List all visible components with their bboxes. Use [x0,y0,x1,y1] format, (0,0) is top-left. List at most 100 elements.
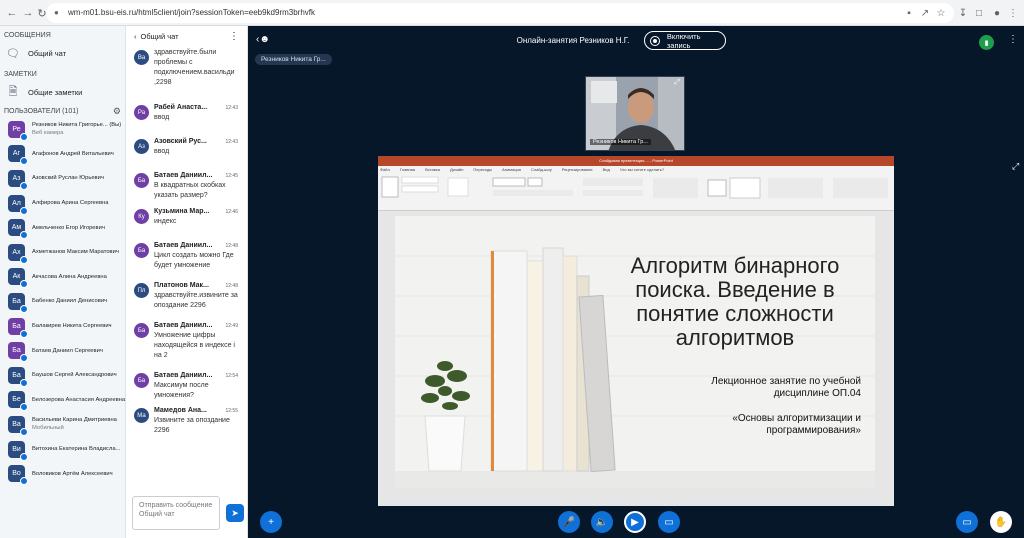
user-name: Акчасова Алина Андреевна [32,273,107,280]
user-device: Веб камера [32,130,64,137]
user-list-item[interactable]: Ал Алфирова Арина Сергеевна [0,191,125,216]
slide-subtitle: Лекционное занятие по учебной дисциплине… [711,376,861,399]
send-button[interactable]: ➤ [226,504,244,522]
chat-message: Пл Платонов Мак... 12:48 здравствуйте.извин… [126,281,248,321]
ppt-ribbon-tab: Файл [380,167,390,172]
message-time: 12:43 [225,139,238,145]
user-list-item[interactable]: Ба Балакирев Никита Сергеевич [0,314,125,339]
user-list-item[interactable]: Во Воловиков Артём Алексеевич [0,461,125,486]
avatar: Ал [8,194,28,215]
actions-button[interactable]: + [260,511,282,533]
download-icon[interactable]: ↧ [956,5,970,21]
user-list-item[interactable]: Ак Акчасова Алина Андреевна [0,265,125,290]
options-menu-icon[interactable]: ⋮ [1008,34,1018,45]
expand-icon[interactable]: ⤢ [1012,161,1019,172]
messages-section-title: СООБЩЕНИЯ [4,32,51,39]
talking-indicator: Резников Никита Гр... [255,54,332,65]
bookmark-star-icon[interactable]: ☆ [934,5,948,21]
status-icon [20,132,28,141]
avatar: Ку [134,209,149,224]
message-time: 12:55 [225,408,238,414]
chat-title: Общий чат [140,31,179,41]
shared-notes-item[interactable]: 🗎 Общие заметки [0,80,125,104]
message-text: здравствуйте.были проблемы с подключение… [154,49,235,86]
user-list-item[interactable]: Ва Васильеви Карина Дмитриевна Мобильный [0,412,125,437]
public-chat-item[interactable]: 🗨 Общий чат [0,41,125,65]
avatar: Ба [134,323,149,338]
user-sidebar: СООБЩЕНИЯ 🗨 Общий чат ЗАМЕТКИ 🗎 Общие за… [0,26,126,538]
url-text: wm-m01.bsu-eis.ru/html5client/join?sessi… [68,8,316,17]
user-list-item[interactable]: Ба Баушов Сергей Александрович [0,363,125,388]
screen-share-icon: ▭ [664,516,674,528]
user-list-item[interactable]: Ба Батаев Даниил Сергеевич [0,338,125,363]
record-button[interactable]: Включить запись [644,31,726,50]
webcam-video[interactable]: Резников Никита Гр... ⤢ [585,76,685,151]
user-list-item[interactable]: Ре Резников Никита Григорье... (Вы) Веб ка… [0,117,125,142]
user-list-item[interactable]: Ба Бабенко Даниил Денисович [0,289,125,314]
share-icon[interactable]: ↗ [918,5,932,21]
message-text: индекс [154,218,177,225]
user-name: Ахметжанов Максим Маратович [32,249,119,256]
avatar: Ак [8,268,28,289]
chat-message: Ба Батаев Даниил... 12:54 Максимум после ум… [126,371,248,406]
more-options-icon[interactable]: ⋮ [229,31,239,42]
message-sender: Мамедов Ана... [154,407,207,414]
user-list-item[interactable]: Аг Агафонов Андрей Витальевич [0,142,125,167]
camera-indicator-icon[interactable]: ▪ [902,5,916,21]
user-list-item[interactable]: Ви Витохина Екатерина Владисла... [0,437,125,462]
raise-hand-button[interactable]: ✋ [990,511,1012,533]
status-icon [20,354,28,363]
avatar: Ам [8,219,28,240]
avatar: Ба [8,292,28,313]
user-list-item[interactable]: Аз Азовский Руслан Юрьевич [0,166,125,191]
avatar: Аз [134,139,149,154]
presentation-icon: ▭ [962,516,972,528]
avatar: Ах [8,243,28,264]
meeting-title: Онлайн-занятия Резников Н.Г. [516,36,630,45]
camera-button[interactable]: ▶ [624,511,646,533]
microphone-button[interactable]: 🎤 [558,511,580,533]
back-icon[interactable]: ← [4,5,20,21]
status-icon [20,231,28,240]
user-list-item[interactable]: Ах Ахметжанов Максим Маратович [0,240,125,265]
chat-header: ‹ Общий чат ⋮ [126,26,247,46]
avatar-initials: Аз [12,174,21,182]
message-time: 12:45 [225,173,238,179]
ribbon-controls [381,176,888,199]
user-list-item[interactable]: Ам Амельченко Егор Игоревич [0,215,125,240]
chat-input[interactable]: Отправить сообщение Общий чат [132,496,220,530]
users-toggle-icon[interactable]: ‹☻ [256,34,270,45]
address-bar[interactable]: ● wm-m01.bsu-eis.ru/html5client/join?ses… [46,3,954,23]
ppt-ribbon-tab: Переходы [473,167,493,172]
user-name: Белозерова Анастасия Андреевна [32,396,126,403]
powerpoint-ribbon: Слайдовая презентация ... - PowerPoint Ф… [378,156,894,211]
ppt-ribbon-tab: Дизайн [449,167,464,172]
presentation-toggle-button[interactable]: ▭ [956,511,978,533]
fullscreen-icon[interactable]: ⤢ [674,79,680,87]
connection-status-icon[interactable]: ▮ [979,35,994,50]
notes-section-title: ЗАМЕТКИ [4,71,37,78]
user-list-item[interactable]: Бе Белозерова Анастасия Андреевна [0,388,125,413]
meeting-topbar: ‹☻ Онлайн-занятия Резников Н.Г. Включить… [248,26,1024,56]
public-chat-label: Общий чат [28,48,67,58]
avatar-initials: Ку [138,213,145,220]
avatar: Ба [8,317,28,338]
screen-share-button[interactable]: ▭ [658,511,680,533]
message-sender: Кузьмина Мар... [154,208,210,215]
chevron-left-icon[interactable]: ‹ [134,32,137,41]
message-text: здравствуйте.извините за опоздание 2296 [154,292,238,309]
control-bar: + 🎤 🔈 ▶ ▭ ▭ ✋ [248,502,1024,538]
chat-bubble-icon: 🗨 [6,47,20,60]
user-name: Азовский Руслан Юрьевич [32,175,104,182]
profile-icon[interactable]: ● [990,5,1004,21]
message-time: 12:48 [225,283,238,289]
menu-icon[interactable]: ⋮ [1006,5,1020,21]
settings-gear-icon[interactable]: ⚙ [113,106,121,117]
tab-icon[interactable]: □ [972,5,986,21]
ppt-ribbon-tab: Рецензирование [561,167,593,172]
shared-notes-label: Общие заметки [28,87,83,97]
message-time: 12:49 [225,323,238,329]
status-icon [20,304,28,313]
avatar: Ба [134,243,149,258]
audio-button[interactable]: 🔈 [591,511,613,533]
